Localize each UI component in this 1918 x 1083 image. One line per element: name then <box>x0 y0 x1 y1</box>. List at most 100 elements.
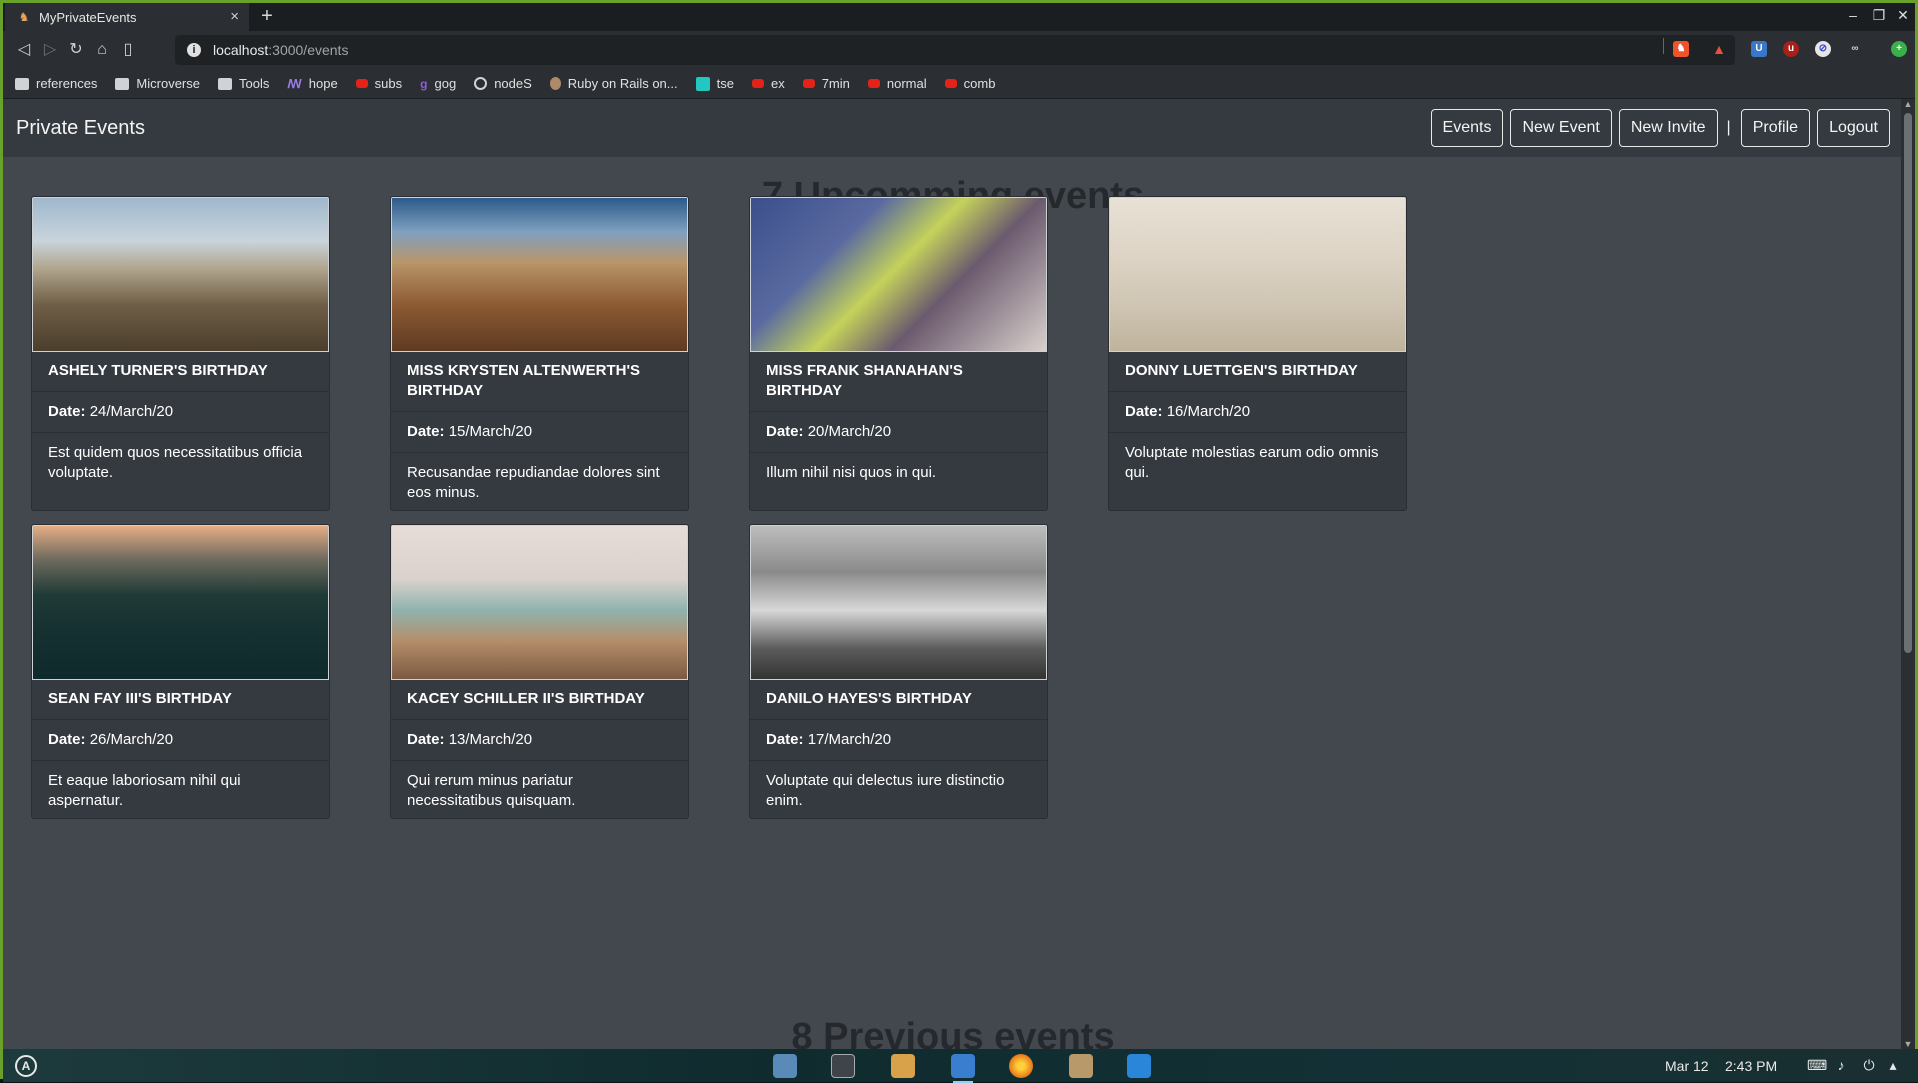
privacy-badger-icon[interactable]: ⊘ <box>1815 41 1831 57</box>
nav-profile-button[interactable]: Profile <box>1740 109 1811 147</box>
brave-lion-icon: ♞ <box>18 10 30 24</box>
tab-myprivateevents[interactable]: ♞ MyPrivateEvents × <box>5 3 249 31</box>
event-image <box>391 197 688 352</box>
event-card[interactable]: MISS KRYSTEN ALTENWERTH'S BIRTHDAY Date:… <box>390 196 689 511</box>
close-tab-icon[interactable]: × <box>230 8 239 25</box>
nav-links: Events New Event New Invite | Profile Lo… <box>1424 109 1890 147</box>
event-card[interactable]: ASHELY TURNER'S BIRTHDAY Date: 24/March/… <box>31 196 330 511</box>
keyboard-icon[interactable]: ⌨ <box>1807 1057 1827 1074</box>
tray-expand-icon[interactable]: ▴ <box>1885 1057 1901 1074</box>
youtube-icon <box>802 79 815 88</box>
bookmark-label: references <box>36 76 98 91</box>
power-icon[interactable]: ⏻ <box>1861 1057 1877 1074</box>
date-value: 13/March/20 <box>448 731 533 748</box>
event-date: Date: 24/March/20 <box>32 392 329 433</box>
terminal-icon[interactable] <box>831 1054 855 1078</box>
nav-events-button[interactable]: Events <box>1430 109 1504 147</box>
vscode-insiders-icon[interactable] <box>951 1054 975 1083</box>
date-label: Date: <box>48 403 86 420</box>
file-manager-icon[interactable] <box>773 1054 797 1078</box>
taskbar-date[interactable]: Mar 12 <box>1665 1058 1709 1074</box>
bookmark-microverse[interactable]: Microverse <box>115 76 200 91</box>
site-info-icon[interactable]: i <box>187 43 201 57</box>
scroll-up-icon[interactable]: ▲ <box>1901 99 1915 109</box>
page-scrollbar[interactable]: ▲ ▼ <box>1901 99 1915 1049</box>
bookmark-label: comb <box>963 76 996 91</box>
event-card[interactable]: DONNY LUETTGEN'S BIRTHDAY Date: 16/March… <box>1108 196 1407 511</box>
nav-new-event-button[interactable]: New Event <box>1510 109 1612 147</box>
site-brand[interactable]: Private Events <box>16 117 145 140</box>
vscode-icon[interactable] <box>1127 1054 1151 1078</box>
bookmark-ruby-on-rails[interactable]: Ruby on Rails on... <box>549 76 678 91</box>
home-icon[interactable]: ⌂ <box>91 39 113 61</box>
bookmark-hope[interactable]: ꟿ hope <box>287 76 337 91</box>
ublock-origin-icon[interactable]: u <box>1783 41 1799 57</box>
bookmark-nodes[interactable]: nodeS <box>474 76 532 91</box>
maximize-icon[interactable]: ❐ <box>1869 7 1889 24</box>
nav-separator: | <box>1726 119 1731 136</box>
event-title: DONNY LUETTGEN'S BIRTHDAY <box>1109 352 1406 392</box>
date-label: Date: <box>48 731 86 748</box>
bookmark-tools[interactable]: Tools <box>218 76 269 91</box>
address-bar[interactable]: i localhost:3000/events <box>175 35 1735 65</box>
scrollbar-thumb[interactable] <box>1904 113 1912 653</box>
event-date: Date: 13/March/20 <box>391 720 688 761</box>
event-card[interactable]: KACEY SCHILLER II'S BIRTHDAY Date: 13/Ma… <box>390 524 689 819</box>
bookmark-7min[interactable]: 7min <box>802 76 850 91</box>
extension-plus-icon[interactable]: + <box>1891 41 1907 57</box>
bookmark-normal[interactable]: normal <box>867 76 927 91</box>
scroll-down-icon[interactable]: ▼ <box>1901 1039 1915 1049</box>
tab-strip: ♞ MyPrivateEvents × + – ❐ ✕ <box>3 3 1915 31</box>
bookmark-label: ex <box>770 76 785 91</box>
event-card[interactable]: DANILO HAYES'S BIRTHDAY Date: 17/March/2… <box>749 524 1048 819</box>
youtube-icon <box>944 79 957 88</box>
event-image <box>391 525 688 680</box>
forward-icon[interactable]: ▷ <box>39 39 61 61</box>
site-navbar: Private Events Events New Event New Invi… <box>3 99 1903 157</box>
bookmark-subs[interactable]: subs <box>355 76 402 91</box>
new-tab-button[interactable]: + <box>255 5 279 28</box>
date-label: Date: <box>766 423 804 440</box>
brave-rewards-icon[interactable]: ▲ <box>1711 41 1727 57</box>
bookmark-gog[interactable]: g gog <box>420 76 456 91</box>
bookmark-comb[interactable]: comb <box>944 76 996 91</box>
event-description: Voluptate qui delectus iure distinctio e… <box>766 772 1005 809</box>
event-title: DANILO HAYES'S BIRTHDAY <box>750 680 1047 720</box>
taskbar-time[interactable]: 2:43 PM <box>1725 1058 1777 1074</box>
bookmark-references[interactable]: references <box>15 76 97 91</box>
extension-glasses-icon[interactable]: ∞ <box>1847 41 1863 57</box>
desktop-taskbar: A Mar 12 2:43 PM ⌨ ♪ ⏻ ▴ <box>3 1049 1918 1083</box>
folder-icon <box>218 77 232 90</box>
gog-icon: g <box>420 76 428 91</box>
reload-icon[interactable]: ↻ <box>65 39 87 61</box>
bookmark-label: tse <box>716 76 734 91</box>
globe-icon <box>474 77 488 90</box>
event-image <box>1109 197 1406 352</box>
page-content: Private Events Events New Event New Invi… <box>3 99 1903 1049</box>
brave-shields-icon[interactable]: ♞ <box>1673 41 1689 57</box>
event-card[interactable]: MISS FRANK SHANAHAN'S BIRTHDAY Date: 20/… <box>749 196 1048 511</box>
files-app-icon[interactable] <box>891 1054 915 1078</box>
bookmark-tse[interactable]: tse <box>695 76 734 91</box>
event-card[interactable]: SEAN FAY III'S BIRTHDAY Date: 26/March/2… <box>31 524 330 819</box>
youtube-icon <box>867 79 880 88</box>
bookmark-label: gog <box>434 76 457 91</box>
date-value: 20/March/20 <box>807 423 892 440</box>
close-window-icon[interactable]: ✕ <box>1893 7 1913 24</box>
toolbar-divider <box>1663 38 1664 54</box>
volume-icon[interactable]: ♪ <box>1833 1057 1849 1073</box>
nav-new-invite-button[interactable]: New Invite <box>1618 109 1718 147</box>
url-host: localhost <box>213 42 269 58</box>
deb-installer-icon[interactable] <box>1069 1054 1093 1078</box>
bookmark-label: normal <box>886 76 927 91</box>
extension-bitwarden-icon[interactable]: U <box>1751 41 1767 57</box>
bookmark-ex[interactable]: ex <box>751 76 785 91</box>
firefox-icon[interactable] <box>1009 1054 1033 1078</box>
bookmark-icon[interactable]: ▯ <box>117 39 139 61</box>
start-menu-icon[interactable]: A <box>15 1055 37 1077</box>
back-icon[interactable]: ◁ <box>13 39 35 61</box>
minimize-icon[interactable]: – <box>1843 7 1863 23</box>
event-date: Date: 16/March/20 <box>1109 392 1406 433</box>
nav-logout-button[interactable]: Logout <box>1817 109 1890 147</box>
bookmark-label: Tools <box>239 76 270 91</box>
